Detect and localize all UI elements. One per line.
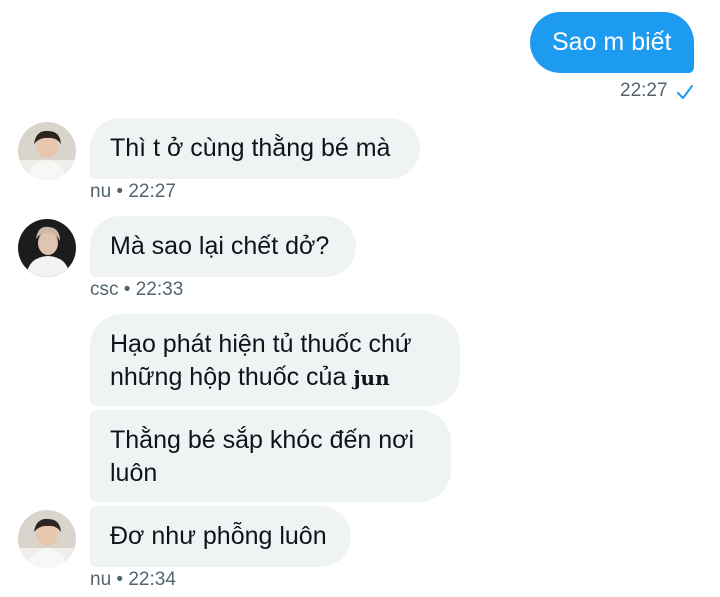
outgoing-message-bubble[interactable]: Sao m biết: [530, 12, 694, 73]
message-timestamp: 22:27: [620, 80, 668, 101]
avatar-nu[interactable]: [18, 510, 76, 568]
avatar-nu[interactable]: [18, 122, 76, 180]
avatar-csc[interactable]: [18, 219, 76, 277]
message-text: Mà sao lại chết dở?: [110, 232, 330, 260]
message-sender-time: nu • 22:34: [90, 569, 176, 590]
message-text: Thì t ở cùng thằng bé mà: [110, 134, 391, 162]
message-sender-time: nu • 22:27: [90, 181, 176, 202]
message-text-line: Hạo phát hiện tủ thuốc chứ: [110, 330, 412, 358]
incoming-message-bubble[interactable]: Đơ như phỗng luôn: [90, 506, 351, 567]
message-text-line: những hộp thuốc của jun: [110, 363, 390, 391]
name-tag: jun: [353, 366, 390, 390]
message-sender-time: csc • 22:33: [90, 279, 184, 300]
incoming-message-bubble[interactable]: Thằng bé sắp khóc đến nơi luôn: [90, 410, 451, 502]
message-text-line: Thằng bé sắp khóc đến nơi: [110, 426, 415, 454]
incoming-message-bubble[interactable]: Hạo phát hiện tủ thuốc chứ những hộp thu…: [90, 314, 460, 406]
message-text: Đơ như phỗng luôn: [110, 522, 327, 550]
incoming-message-bubble[interactable]: Thì t ở cùng thằng bé mà: [90, 118, 420, 179]
message-text-line: luôn: [110, 459, 158, 487]
incoming-message-bubble[interactable]: Mà sao lại chết dở?: [90, 216, 356, 277]
message-text: Sao m biết: [552, 28, 672, 56]
check-icon: [677, 85, 693, 99]
